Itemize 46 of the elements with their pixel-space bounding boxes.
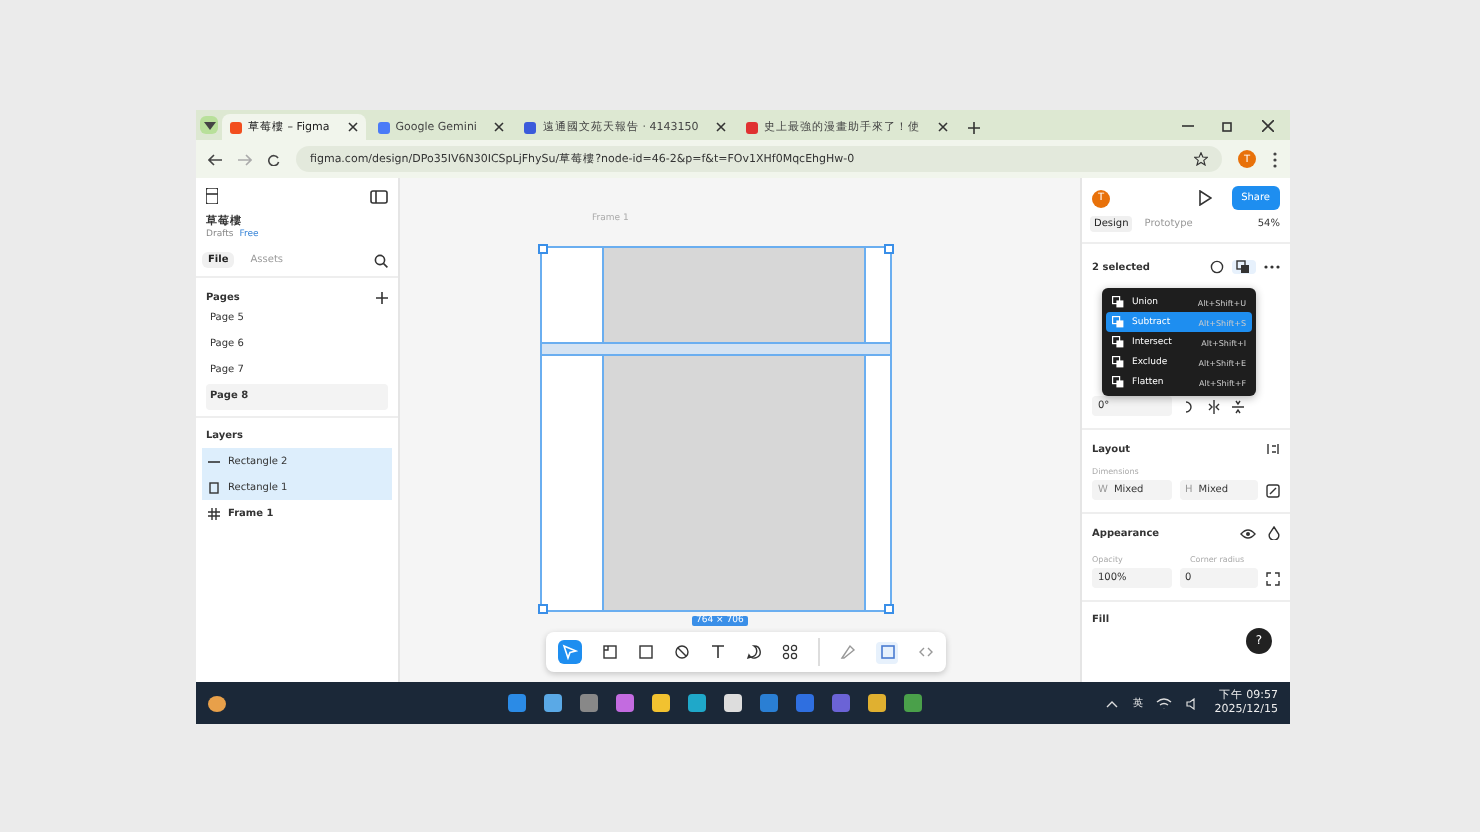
minimize-icon[interactable] [1182,120,1194,132]
resize-icon[interactable] [1266,483,1280,497]
star-icon[interactable] [1194,152,1208,166]
drop-icon[interactable] [1268,526,1280,540]
frame-icon [208,507,220,519]
draw-mode-icon[interactable] [840,644,856,660]
site-icon [377,121,390,133]
eye-icon[interactable] [1240,527,1256,539]
reload-icon[interactable] [268,153,280,165]
rectangle-icon [208,481,220,493]
code-icon[interactable] [918,644,934,660]
back-icon[interactable] [208,153,222,165]
flip-horizontal-icon[interactable] [1208,399,1220,413]
speaker-icon[interactable] [1186,697,1201,709]
auto-layout-icon[interactable] [1266,442,1280,456]
tab-search-icon[interactable] [200,116,218,134]
present-icon[interactable] [1197,190,1212,206]
rectangle-tool-icon[interactable] [638,644,654,660]
close-icon[interactable] [938,122,949,132]
chevron-up-icon[interactable] [1106,699,1119,707]
design-mode-icon[interactable] [876,641,898,663]
figma-menu-icon[interactable] [206,188,218,204]
rotate-icon[interactable] [1184,399,1196,413]
site-icon [230,121,242,133]
site-icon [746,121,759,133]
text-tool-icon[interactable] [710,644,726,660]
flip-vertical-icon[interactable] [1232,399,1244,413]
site-icon [524,121,537,133]
component-icon[interactable] [1210,260,1224,274]
add-icon[interactable] [376,292,388,304]
new-tab-icon[interactable] [968,122,981,134]
close-icon[interactable] [494,122,505,132]
more-icon[interactable] [1272,151,1278,167]
frame-tool-icon[interactable] [602,644,618,660]
close-icon[interactable] [716,122,727,132]
actions-tool-icon[interactable] [782,644,798,660]
sidebar-toggle-icon[interactable] [370,189,388,203]
close-icon[interactable] [1262,120,1274,132]
boolean-dropdown[interactable] [1232,260,1256,274]
close-icon[interactable] [347,122,358,132]
restore-icon[interactable] [1222,120,1234,132]
move-tool-icon[interactable] [558,640,582,664]
corners-icon[interactable] [1266,571,1280,585]
wifi-icon[interactable] [1156,697,1173,709]
line-icon [208,455,220,467]
more-icon[interactable] [1264,264,1280,270]
